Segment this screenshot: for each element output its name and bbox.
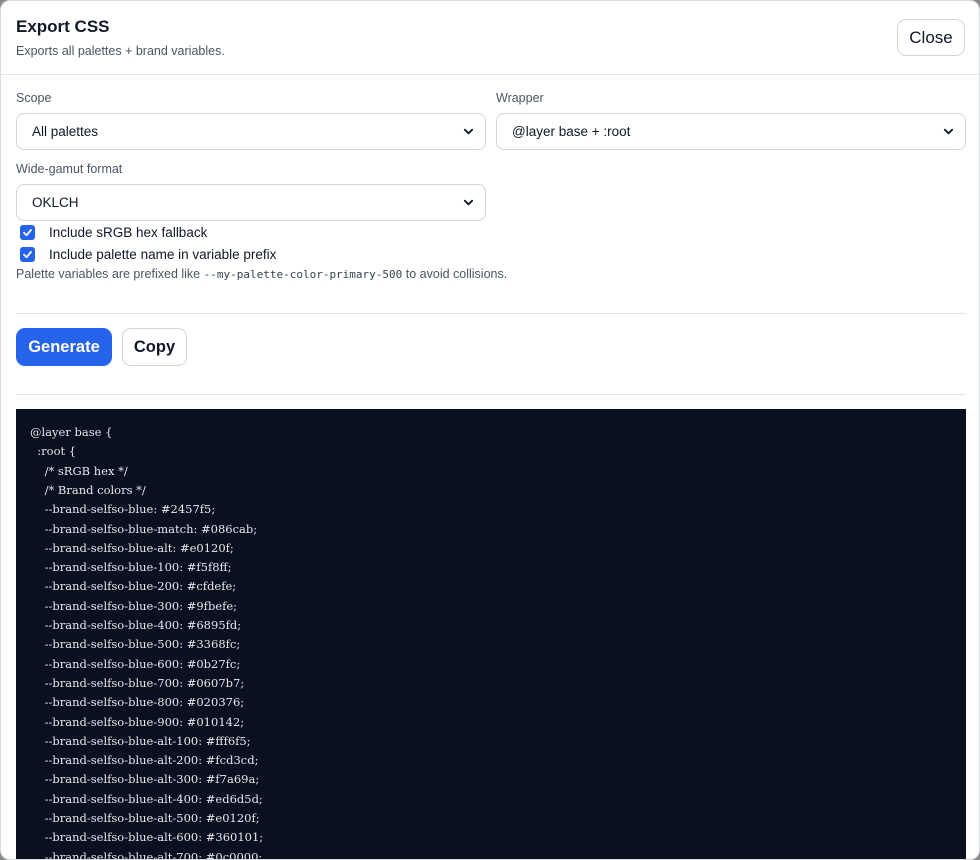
code-line: --brand-selfso-blue-alt: #e0120f; xyxy=(30,540,234,555)
code-line: :root { xyxy=(30,444,77,459)
code-line: --brand-selfso-blue-alt-400: #ed6d5d; xyxy=(30,791,263,806)
checkmark-icon xyxy=(23,251,32,259)
chevron-down-icon xyxy=(463,199,474,206)
wrapper-select[interactable]: @layer base + :root xyxy=(496,113,966,150)
dialog-subtitle: Exports all palettes + brand variables. xyxy=(16,44,225,58)
hint-text-after: to avoid collisions. xyxy=(402,267,508,281)
chevron-down-icon xyxy=(463,128,474,135)
format-select-value: OKLCH xyxy=(32,195,79,210)
dialog-title: Export CSS xyxy=(16,17,110,36)
divider xyxy=(16,313,965,314)
close-button[interactable]: Close xyxy=(897,19,965,56)
scope-select[interactable]: All palettes xyxy=(16,113,486,150)
code-line: --brand-selfso-blue-900: #010142; xyxy=(30,714,245,729)
dialog-header: Export CSS Exports all palettes + brand … xyxy=(1,1,979,75)
code-line: --brand-selfso-blue-alt-700: #0c0000; xyxy=(30,849,263,860)
code-line: --brand-selfso-blue-alt-500: #e0120f; xyxy=(30,811,260,825)
code-line: /* sRGB hex */ xyxy=(30,463,128,478)
code-line: --brand-selfso-blue: #2457f5; xyxy=(30,502,216,517)
scope-label: Scope xyxy=(16,91,52,105)
hint-code: --my-palette-color-primary-500 xyxy=(203,268,403,281)
hex-fallback-option[interactable]: Include sRGB hex fallback xyxy=(20,225,207,240)
code-line: --brand-selfso-blue-100: #f5f8ff; xyxy=(30,560,232,575)
code-line: --brand-selfso-blue-700: #0607b7; xyxy=(30,675,245,690)
format-select[interactable]: OKLCH xyxy=(16,184,486,221)
copy-button[interactable]: Copy xyxy=(122,328,187,366)
hex-fallback-label: Include sRGB hex fallback xyxy=(49,225,208,240)
code-line: --brand-selfso-blue-200: #cfdefe; xyxy=(30,579,237,594)
chevron-down-icon xyxy=(943,128,954,135)
code-line: --brand-selfso-blue-alt-200: #fcd3cd; xyxy=(30,753,259,768)
palette-prefix-label: Include palette name in variable prefix xyxy=(49,247,277,262)
palette-prefix-option[interactable]: Include palette name in variable prefix xyxy=(20,247,276,262)
scope-select-value: All palettes xyxy=(32,124,99,139)
export-css-dialog: Export CSS Exports all palettes + brand … xyxy=(0,0,980,860)
code-line: @layer base { xyxy=(30,425,113,439)
wrapper-label: Wrapper xyxy=(496,91,544,105)
code-line: --brand-selfso-blue-800: #020376; xyxy=(30,695,245,710)
checkmark-icon xyxy=(23,229,32,237)
format-label: Wide-gamut format xyxy=(16,162,123,176)
hint-text-before: Palette variables are prefixed like xyxy=(16,267,204,281)
hex-fallback-checkbox[interactable] xyxy=(20,225,35,240)
code-line: /* Brand colors */ xyxy=(30,482,146,497)
generate-button[interactable]: Generate xyxy=(16,328,112,366)
code-line: --brand-selfso-blue-alt-300: #f7a69a; xyxy=(30,772,260,787)
divider xyxy=(16,394,965,395)
css-output-panel[interactable]: @layer base { :root { /* sRGB hex */ /* … xyxy=(16,409,966,860)
code-line: --brand-selfso-blue-600: #0b27fc; xyxy=(30,656,241,671)
code-line: --brand-selfso-blue-300: #9fbefe; xyxy=(30,598,238,613)
prefix-hint: Palette variables are prefixed like --my… xyxy=(16,267,507,281)
palette-prefix-checkbox[interactable] xyxy=(20,247,35,262)
wrapper-select-value: @layer base + :root xyxy=(512,124,631,139)
code-line: --brand-selfso-blue-match: #086cab; xyxy=(30,521,258,536)
code-line: --brand-selfso-blue-400: #6895fd; xyxy=(30,618,242,632)
code-line: --brand-selfso-blue-alt-600: #360101; xyxy=(30,830,264,845)
code-line: --brand-selfso-blue-alt-100: #fff6f5; xyxy=(30,733,251,748)
code-line: --brand-selfso-blue-500: #3368fc; xyxy=(30,637,241,652)
